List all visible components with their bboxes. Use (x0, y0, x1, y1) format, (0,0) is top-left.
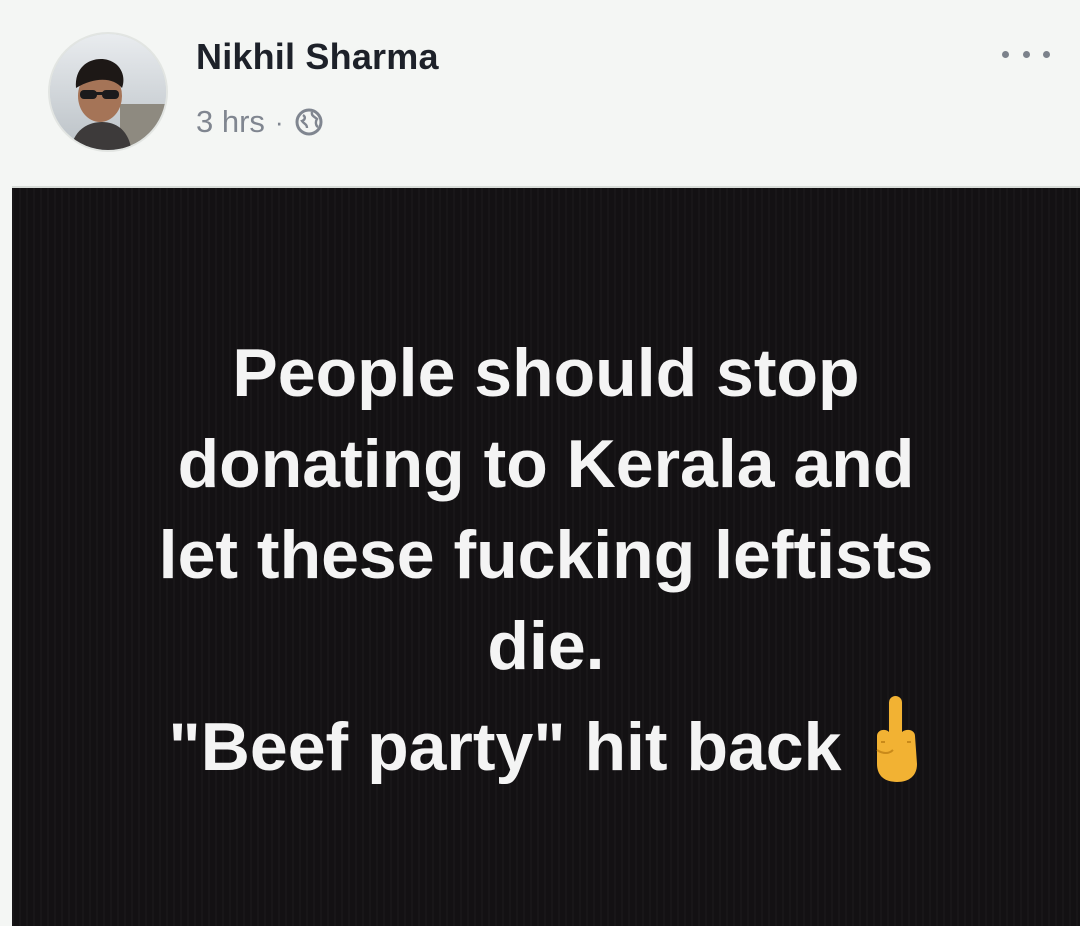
more-options-icon[interactable] (1002, 34, 1050, 74)
more-dot (1022, 50, 1030, 58)
author-name[interactable]: Nikhil Sharma (196, 36, 439, 78)
post-timestamp[interactable]: 3 hrs (196, 104, 265, 140)
globe-icon[interactable] (294, 107, 324, 137)
middle-finger-icon (871, 692, 923, 784)
avatar-photo (50, 34, 166, 150)
post-line: let these fucking leftists (158, 517, 934, 593)
page-margin (0, 186, 12, 926)
post-header: Nikhil Sharma 3 hrs · (0, 0, 1080, 188)
post-line-last: "Beef party" hit back (12, 692, 1080, 793)
post-text-card: People should stop donating to Kerala an… (12, 188, 1080, 926)
post-meta: 3 hrs · (196, 100, 324, 144)
post-text: People should stop donating to Kerala an… (12, 328, 1080, 793)
post-screenshot: Nikhil Sharma 3 hrs · People should stop… (0, 0, 1080, 926)
author-avatar[interactable] (48, 32, 168, 152)
meta-separator: · (274, 106, 284, 137)
post-line: donating to Kerala and (177, 426, 915, 502)
more-dot (1043, 50, 1050, 58)
post-line-text: "Beef party" hit back (168, 709, 842, 785)
post-line: People should stop (232, 335, 860, 411)
post-line: die. (487, 608, 605, 684)
more-dot (1002, 50, 1009, 58)
